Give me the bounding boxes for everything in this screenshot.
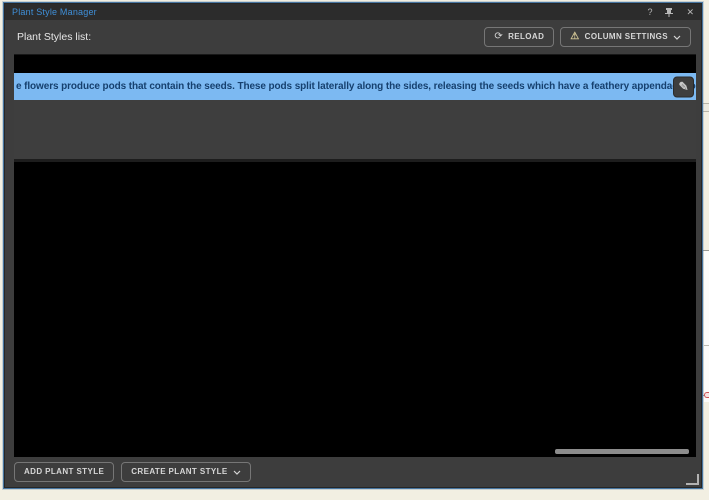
plant-styles-table[interactable]: e flowers produce pods that contain the … bbox=[14, 54, 696, 457]
pin-icon[interactable] bbox=[665, 8, 673, 17]
reload-button-label: RELOAD bbox=[508, 32, 544, 42]
window-title: Plant Style Manager bbox=[12, 7, 97, 17]
selected-row-description-text: e flowers produce pods that contain the … bbox=[16, 81, 696, 92]
background-artifact-line bbox=[704, 345, 709, 346]
background-artifact-line bbox=[703, 250, 709, 251]
chevron-down-icon bbox=[233, 470, 241, 475]
pencil-icon: ✎ bbox=[679, 73, 689, 100]
toolbar: Plant Styles list: ⟳ RELOAD ⚠ COLUMN SET… bbox=[5, 20, 701, 54]
close-icon[interactable]: ✕ bbox=[686, 8, 694, 17]
add-plant-style-button[interactable]: ADD PLANT STYLE bbox=[14, 462, 114, 482]
background-artifact-palette-corner bbox=[702, 103, 709, 112]
chevron-down-icon bbox=[673, 35, 681, 40]
background-artifact-red-marker bbox=[704, 392, 709, 398]
titlebar-controls: ? ✕ bbox=[647, 8, 694, 17]
toolbar-buttons: ⟳ RELOAD ⚠ COLUMN SETTINGS bbox=[484, 27, 691, 47]
reload-button[interactable]: ⟳ RELOAD bbox=[484, 27, 554, 47]
column-settings-button[interactable]: ⚠ COLUMN SETTINGS bbox=[560, 27, 691, 47]
table-rows-area[interactable] bbox=[14, 100, 696, 162]
horizontal-scrollbar-thumb[interactable] bbox=[555, 449, 689, 454]
selected-plant-style-row[interactable]: e flowers produce pods that contain the … bbox=[14, 73, 696, 100]
table-empty-area bbox=[14, 162, 696, 457]
create-plant-style-button[interactable]: CREATE PLANT STYLE bbox=[121, 462, 250, 482]
footer-bar: ADD PLANT STYLE CREATE PLANT STYLE bbox=[5, 457, 701, 487]
titlebar[interactable]: Plant Style Manager ? ✕ bbox=[5, 4, 701, 20]
edit-description-button[interactable]: ✎ bbox=[673, 76, 694, 97]
resize-grip[interactable] bbox=[686, 474, 699, 485]
create-plant-style-label: CREATE PLANT STYLE bbox=[131, 467, 227, 477]
help-icon[interactable]: ? bbox=[647, 8, 652, 17]
add-plant-style-label: ADD PLANT STYLE bbox=[24, 467, 104, 477]
panel-body: Plant Style Manager ? ✕ Plant Styles lis… bbox=[5, 4, 701, 487]
plant-styles-list-label: Plant Styles list: bbox=[17, 31, 91, 43]
column-settings-button-label: COLUMN SETTINGS bbox=[585, 32, 668, 42]
plant-style-manager-window: Plant Style Manager ? ✕ Plant Styles lis… bbox=[3, 2, 703, 489]
reload-icon: ⟳ bbox=[494, 32, 503, 42]
warning-icon: ⚠ bbox=[570, 32, 579, 42]
table-header-row bbox=[14, 55, 696, 73]
background-artifact-white-strip bbox=[704, 250, 709, 402]
